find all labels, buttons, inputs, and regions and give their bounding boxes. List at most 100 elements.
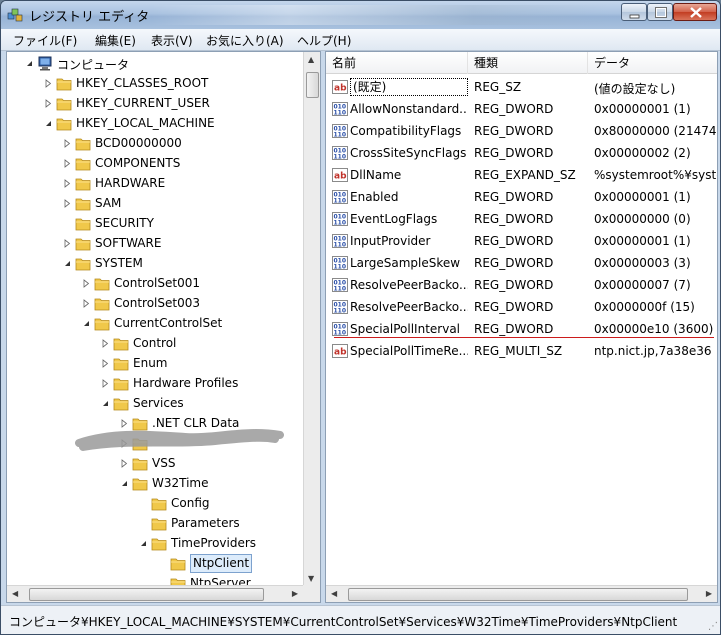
tree-node[interactable]: Services xyxy=(7,394,303,414)
value-row[interactable]: abDllName REG_EXPAND_SZ %systemroot%¥syste… xyxy=(326,164,717,186)
tree-node[interactable]: Config xyxy=(7,494,303,514)
tree-node[interactable]: Parameters xyxy=(7,514,303,534)
tree-node[interactable]: SOFTWARE xyxy=(7,234,303,254)
tree-node[interactable]: TimeProviders xyxy=(7,534,303,554)
tree-node[interactable]: ControlSet003 xyxy=(7,294,303,314)
value-row[interactable]: 010 110 CrossSiteSyncFlags REG_DWORD 0x00000… xyxy=(326,142,717,164)
value-row[interactable]: 010 110 CompatibilityFlags REG_DWORD 0x80000… xyxy=(326,120,717,142)
tree-node[interactable]: SAM xyxy=(7,194,303,214)
folder-icon xyxy=(94,298,110,311)
folder-icon xyxy=(75,238,91,251)
tree-node[interactable]: VSS xyxy=(7,454,303,474)
values-list-pane[interactable]: 名前 種類 データ ab (既定) REG_SZ (値の設定なし) 010 110 Allo… xyxy=(325,51,718,603)
folder-icon xyxy=(75,178,91,191)
collapsed-arrow-icon[interactable] xyxy=(101,359,110,368)
tree-horizontal-scroll-thumb[interactable] xyxy=(29,588,264,601)
column-header-data[interactable]: データ xyxy=(588,52,717,74)
value-row[interactable]: 010 110 AllowNonstandard... REG_DWORD 0x0000… xyxy=(326,98,717,120)
collapsed-arrow-icon[interactable] xyxy=(82,279,91,288)
value-row[interactable]: ab SpecialPollTimeRe... REG_MULTI_SZ ntp.ni… xyxy=(326,340,717,362)
scroll-up-arrow-icon[interactable]: ▲ xyxy=(308,55,314,64)
menu-help[interactable]: ヘルプ(H) xyxy=(297,32,351,49)
value-row[interactable]: 010 110 SpecialPollInterval REG_DWORD 0x0000… xyxy=(326,318,717,340)
client-area: コンピュータ HKEY_CLASSES_ROOT HKEY_CURRENT_USER… xyxy=(5,51,718,603)
tree-node-label: Control xyxy=(133,336,177,350)
close-button[interactable] xyxy=(673,3,717,21)
tree-node[interactable]: HKEY_LOCAL_MACHINE xyxy=(7,114,303,134)
menu-favorites[interactable]: お気に入り(A) xyxy=(206,32,284,49)
folder-icon xyxy=(56,118,72,131)
list-horizontal-scrollbar[interactable]: ◀ ▶ xyxy=(326,585,717,602)
tree-node[interactable]: ControlSet001 xyxy=(7,274,303,294)
expanded-arrow-icon[interactable] xyxy=(120,479,129,488)
tree-horizontal-scrollbar[interactable]: ◀ ▶ xyxy=(7,585,303,602)
value-name: EventLogFlags xyxy=(350,212,438,226)
tree-node[interactable]: COMPONENTS xyxy=(7,154,303,174)
folder-icon xyxy=(132,478,148,491)
collapsed-arrow-icon[interactable] xyxy=(44,99,53,108)
key-tree-pane[interactable]: コンピュータ HKEY_CLASSES_ROOT HKEY_CURRENT_USER… xyxy=(6,51,321,603)
column-header-type[interactable]: 種類 xyxy=(468,52,588,74)
expanded-arrow-icon[interactable] xyxy=(82,319,91,328)
value-row[interactable]: 010 110 InputProvider REG_DWORD 0x00000001 (… xyxy=(326,230,717,252)
tree-node[interactable]: HKEY_CLASSES_ROOT xyxy=(7,74,303,94)
list-horizontal-scroll-thumb[interactable] xyxy=(348,588,688,601)
red-underline-annotation xyxy=(334,337,714,338)
column-header-name[interactable]: 名前 xyxy=(326,52,468,74)
tree-vertical-scrollbar[interactable]: ▲ ▼ xyxy=(303,52,320,586)
expanded-arrow-icon[interactable] xyxy=(139,539,148,548)
collapsed-arrow-icon[interactable] xyxy=(101,339,110,348)
tree-node[interactable]: HARDWARE xyxy=(7,174,303,194)
expanded-arrow-icon[interactable] xyxy=(101,399,110,408)
collapsed-arrow-icon[interactable] xyxy=(63,139,72,148)
value-row[interactable]: 010 110 LargeSampleSkew REG_DWORD 0x00000003… xyxy=(326,252,717,274)
tree-node-label: SYSTEM xyxy=(95,256,143,270)
menu-edit[interactable]: 編集(E) xyxy=(95,32,136,49)
value-row[interactable]: 010 110 Enabled REG_DWORD 0x00000001 (1) xyxy=(326,186,717,208)
expanded-arrow-icon[interactable] xyxy=(63,259,72,268)
menu-file[interactable]: ファイル(F) xyxy=(13,32,77,49)
svg-text:110: 110 xyxy=(334,242,347,249)
collapsed-arrow-icon[interactable] xyxy=(63,199,72,208)
tree-node[interactable]: NtpClient xyxy=(7,554,303,574)
value-row[interactable]: 010 110 ResolvePeerBacko... REG_DWORD 0x0000… xyxy=(326,296,717,318)
scroll-right-arrow-icon[interactable]: ▶ xyxy=(292,589,298,598)
title-bar[interactable]: レジストリ エディタ xyxy=(1,1,720,29)
expanded-arrow-icon[interactable] xyxy=(44,119,53,128)
collapsed-arrow-icon[interactable] xyxy=(63,239,72,248)
scroll-left-arrow-icon[interactable]: ◀ xyxy=(12,589,18,598)
scroll-down-arrow-icon[interactable]: ▼ xyxy=(308,574,314,583)
tree-node[interactable]: コンピュータ xyxy=(7,54,303,74)
collapsed-arrow-icon[interactable] xyxy=(63,159,72,168)
tree-vertical-scroll-thumb[interactable] xyxy=(306,72,319,98)
value-row[interactable]: 010 110 ResolvePeerBacko... REG_DWORD 0x0000… xyxy=(326,274,717,296)
collapsed-arrow-icon[interactable] xyxy=(120,459,129,468)
collapsed-arrow-icon[interactable] xyxy=(44,79,53,88)
expanded-arrow-icon[interactable] xyxy=(25,59,34,68)
scroll-right-arrow-icon[interactable]: ▶ xyxy=(706,589,712,598)
resize-grip-icon[interactable]: ⋰ xyxy=(708,621,718,632)
scroll-left-arrow-icon[interactable]: ◀ xyxy=(331,589,337,598)
value-type: REG_DWORD xyxy=(474,300,554,314)
tree-node[interactable]: Control xyxy=(7,334,303,354)
collapsed-arrow-icon[interactable] xyxy=(63,179,72,188)
value-row[interactable]: ab (既定) REG_SZ (値の設定なし) xyxy=(326,76,717,98)
tree-node[interactable]: SECURITY xyxy=(7,214,303,234)
collapsed-arrow-icon[interactable] xyxy=(82,299,91,308)
tree-node[interactable]: SYSTEM xyxy=(7,254,303,274)
minimize-button[interactable] xyxy=(621,3,647,21)
tree-node[interactable]: Enum xyxy=(7,354,303,374)
maximize-button[interactable] xyxy=(647,3,673,21)
value-row[interactable]: 010 110 EventLogFlags REG_DWORD 0x00000000 (… xyxy=(326,208,717,230)
collapsed-arrow-icon[interactable] xyxy=(101,379,110,388)
svg-text:ab: ab xyxy=(334,348,347,358)
tree-node[interactable]: HKEY_CURRENT_USER xyxy=(7,94,303,114)
tree-node[interactable]: BCD00000000 xyxy=(7,134,303,154)
menu-view[interactable]: 表示(V) xyxy=(151,32,193,49)
value-type: REG_DWORD xyxy=(474,190,554,204)
tree-node[interactable]: CurrentControlSet xyxy=(7,314,303,334)
key-tree: コンピュータ HKEY_CLASSES_ROOT HKEY_CURRENT_USER… xyxy=(7,52,303,586)
tree-node[interactable]: Hardware Profiles xyxy=(7,374,303,394)
tree-node-label: SAM xyxy=(95,196,122,210)
tree-node[interactable]: W32Time xyxy=(7,474,303,494)
